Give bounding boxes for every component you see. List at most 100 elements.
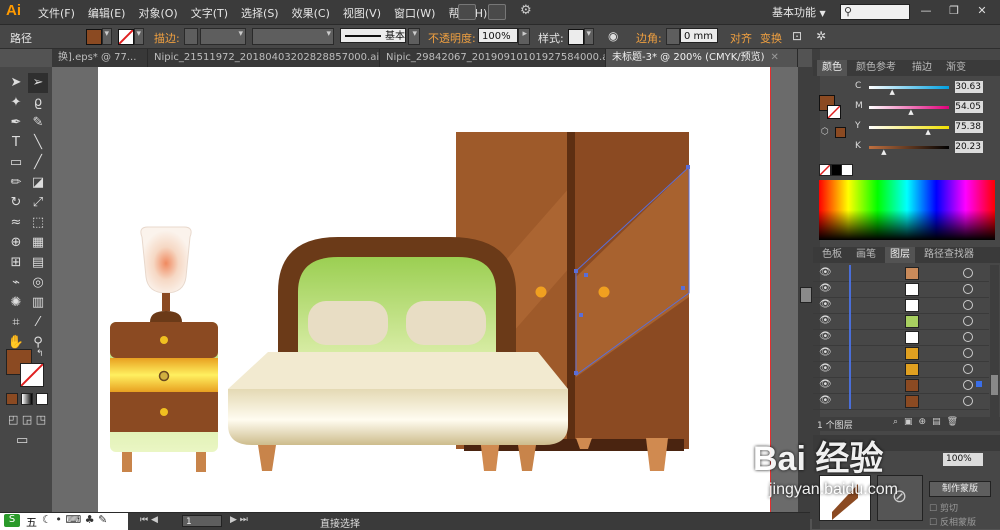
slice-tool-icon[interactable]: ⁄	[28, 313, 48, 333]
target-circle-icon[interactable]	[963, 396, 973, 406]
paintbrush-tool-icon[interactable]: ╱	[28, 153, 48, 173]
direct-selection-tool-icon[interactable]: ➢	[28, 73, 48, 93]
brush-definition[interactable]: 基本	[340, 28, 406, 43]
visibility-eye-icon[interactable]: 👁	[819, 331, 832, 342]
opacity-input[interactable]: 100%	[478, 28, 518, 43]
tab-doc-1[interactable]: 换].eps* @ 77...	[52, 49, 148, 67]
white-swatch[interactable]	[841, 164, 853, 176]
lasso-tool-icon[interactable]: ϱ	[28, 93, 48, 113]
menu-item-2[interactable]: 对象(O)	[138, 5, 177, 21]
pencil-tool-icon[interactable]: ✏	[6, 173, 26, 193]
graphic-style-swatch[interactable]	[568, 29, 584, 45]
color-mode-icon[interactable]	[6, 393, 18, 405]
layer-row[interactable]: 👁	[813, 393, 989, 410]
color-panel-tab-0[interactable]: 颜色	[817, 60, 847, 76]
menu-item-1[interactable]: 编辑(E)	[88, 5, 126, 21]
none-mode-icon[interactable]	[36, 393, 48, 405]
layer-row[interactable]: 👁	[813, 281, 989, 298]
shape-builder-tool-icon[interactable]: ⊕	[6, 233, 26, 253]
layer-row[interactable]: 👁	[813, 345, 989, 362]
curvature-tool-icon[interactable]: ✎	[28, 113, 48, 133]
artboard-number-input[interactable]: 1	[182, 515, 222, 527]
color-panel-tab-2[interactable]: 描边	[907, 60, 937, 76]
opacity-dropdown[interactable]: ▸	[518, 28, 530, 45]
channel-value-m[interactable]: 54.05	[955, 101, 983, 113]
clip-checkbox[interactable]: ☐ 剪切	[929, 501, 958, 514]
channel-value-c[interactable]: 30.63	[955, 81, 983, 93]
blend-tool-icon[interactable]: ◎	[28, 273, 48, 293]
menu-item-5[interactable]: 效果(C)	[292, 5, 330, 21]
corner-stepper[interactable]	[666, 28, 680, 45]
color-panel-tab-3[interactable]: 渐变	[941, 60, 971, 76]
eyedropper-tool-icon[interactable]: ⌁	[6, 273, 26, 293]
target-circle-icon[interactable]	[963, 316, 973, 326]
layer-row[interactable]: 👁	[813, 297, 989, 314]
visibility-eye-icon[interactable]: 👁	[819, 347, 832, 358]
target-circle-icon[interactable]	[963, 284, 973, 294]
layers-scrollbar[interactable]	[990, 265, 999, 417]
menu-item-4[interactable]: 选择(S)	[241, 5, 279, 21]
transparency-opacity-input[interactable]: 100%	[943, 453, 983, 466]
align-link[interactable]: 对齐	[730, 30, 752, 46]
opacity-label[interactable]: 不透明度:	[428, 30, 476, 46]
graphic-style-dropdown[interactable]: ▾	[584, 28, 594, 45]
menu-item-0[interactable]: 文件(F)	[38, 5, 75, 21]
close-tab-icon[interactable]: ✕	[771, 52, 779, 63]
make-mask-button[interactable]: 制作蒙版	[929, 481, 991, 497]
visibility-eye-icon[interactable]: 👁	[819, 283, 832, 294]
type-tool-icon[interactable]: T	[6, 133, 26, 153]
workspace-switcher[interactable]: 基本功能 ▼	[772, 4, 826, 20]
gradient-mode-icon[interactable]	[21, 393, 33, 405]
magic-wand-tool-icon[interactable]: ✦	[6, 93, 26, 113]
visibility-eye-icon[interactable]: 👁	[819, 379, 832, 390]
channel-slider-knob[interactable]: ▲	[908, 108, 913, 116]
close-window-button[interactable]: ✕	[972, 4, 992, 18]
canvas-area[interactable]	[52, 67, 798, 519]
stroke-swatch[interactable]	[118, 29, 134, 45]
layer-row[interactable]: 👁	[813, 265, 989, 282]
layer-row[interactable]: 👁	[813, 313, 989, 330]
bridge-icon[interactable]	[458, 4, 476, 20]
layers-scroll-thumb[interactable]	[991, 375, 998, 395]
channel-value-y[interactable]: 75.38	[955, 121, 983, 133]
channel-slider-y[interactable]	[869, 126, 949, 129]
layers-panel-tab-3[interactable]: 路径查找器	[919, 247, 979, 263]
gradient-tool-icon[interactable]: ▤	[28, 253, 48, 273]
mesh-tool-icon[interactable]: ⊞	[6, 253, 26, 273]
none-swatch[interactable]	[819, 164, 831, 176]
layers-panel-tab-0[interactable]: 色板	[817, 247, 847, 263]
screen-mode-icon[interactable]: ▭	[16, 433, 28, 448]
selected-art-indicator[interactable]	[976, 381, 982, 387]
rotate-tool-icon[interactable]: ↻	[6, 193, 26, 213]
layer-row[interactable]: 👁	[813, 377, 989, 394]
color-spectrum[interactable]	[819, 180, 995, 240]
target-circle-icon[interactable]	[963, 364, 973, 374]
target-circle-icon[interactable]	[963, 332, 973, 342]
target-circle-icon[interactable]	[963, 300, 973, 310]
visibility-eye-icon[interactable]: 👁	[819, 315, 832, 326]
menu-item-7[interactable]: 窗口(W)	[394, 5, 435, 21]
out-of-gamut-icon[interactable]: ⬡	[821, 127, 829, 137]
color-panel-tab-1[interactable]: 颜色参考	[851, 60, 901, 76]
first-page-icon[interactable]: ⏮ ◀	[140, 515, 158, 525]
corner-radius-input[interactable]: 0 mm	[680, 28, 718, 43]
web-safe-color-swatch[interactable]	[835, 127, 846, 138]
target-circle-icon[interactable]	[963, 348, 973, 358]
ime-icons[interactable]: ☾ • ⌨ ♣ ✎	[42, 513, 107, 526]
channel-slider-c[interactable]	[869, 86, 949, 89]
line-tool-icon[interactable]: ╲	[28, 133, 48, 153]
next-page-icon[interactable]: ▶ ⏭	[230, 515, 248, 525]
column-graph-tool-icon[interactable]: ▥	[28, 293, 48, 313]
scale-tool-icon[interactable]: ⤢	[28, 193, 48, 213]
stroke-weight-dropdown[interactable]: ▾	[200, 28, 246, 45]
corner-label[interactable]: 边角:	[636, 30, 662, 46]
pen-tool-icon[interactable]: ✒	[6, 113, 26, 133]
menu-item-3[interactable]: 文字(T)	[191, 5, 228, 21]
color-panel-stroke-swatch[interactable]	[827, 105, 841, 119]
visibility-eye-icon[interactable]: 👁	[819, 395, 832, 406]
stroke-dropdown[interactable]: ▾	[134, 28, 144, 45]
artboard[interactable]	[98, 67, 770, 519]
width-tool-icon[interactable]: ≈	[6, 213, 26, 233]
fill-dropdown[interactable]: ▾	[102, 28, 112, 45]
help-search-input[interactable]: ⚲	[840, 4, 910, 20]
